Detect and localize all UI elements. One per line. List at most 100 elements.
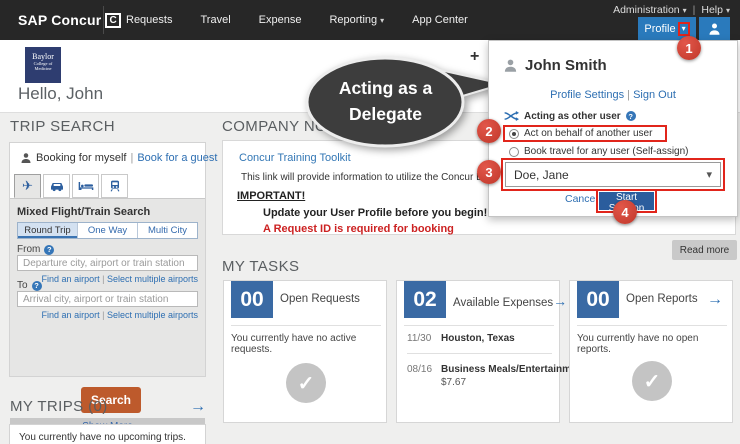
radio-unselected-icon[interactable]	[509, 146, 519, 157]
available-expenses-card[interactable]: 02 Available Expenses→ 11/30 Houston, Te…	[396, 280, 586, 423]
my-tasks-title: MY TASKS	[222, 258, 300, 275]
search-type-title: Mixed Flight/Train Search	[17, 206, 151, 218]
to-label-text: To	[17, 280, 28, 291]
brand-text: SAP Concur	[18, 12, 102, 28]
open-requests-card-title: Open Requests	[280, 293, 360, 305]
user-name: John Smith	[525, 57, 607, 74]
callout-step-4: 4	[613, 200, 637, 224]
help-menu[interactable]: Help ▾	[701, 4, 730, 16]
top-right-links: Administration ▾ | Help ▾	[613, 4, 730, 16]
chevron-down-icon: ▾	[380, 16, 385, 25]
sign-out-link[interactable]: Sign Out	[633, 89, 676, 101]
company-notes-title: COMPANY NOTES	[222, 118, 358, 135]
departure-input[interactable]	[17, 255, 198, 271]
request-id-warning: A Request ID is required for booking	[263, 223, 454, 235]
expense-date: 11/30	[407, 333, 432, 344]
nav-reporting[interactable]: Reporting ▾	[315, 14, 398, 26]
greeting-text: Hello, John	[18, 84, 104, 103]
search-form: Mixed Flight/Train Search Round Trip One…	[10, 198, 205, 434]
open-reports-count: 00	[577, 281, 619, 318]
bed-icon	[78, 182, 93, 190]
trip-search-panel: Booking for myself | Book for a guest ✈ …	[9, 142, 217, 434]
card-divider	[577, 325, 727, 326]
expense-label[interactable]: Houston, Texas	[441, 333, 515, 344]
separator: |	[130, 152, 134, 164]
profile-dropdown-caret-highlighted[interactable]: ▾	[677, 21, 690, 36]
nav-requests[interactable]: Requests	[112, 14, 186, 26]
app-window: SAP Concur C Requests Travel Expense Repo…	[0, 0, 740, 444]
panel-user-row: John Smith	[503, 57, 607, 74]
avatar-button[interactable]	[699, 17, 730, 40]
tab-car[interactable]	[43, 174, 70, 198]
open-requests-card[interactable]: 00 Open Requests You currently have no a…	[223, 280, 387, 423]
arrow-icon[interactable]: →	[553, 293, 567, 309]
check-circle: ✓	[286, 363, 326, 403]
book-travel-option[interactable]: Book travel for any user (Self-assign)	[509, 146, 689, 157]
check-circle: ✓	[632, 361, 672, 401]
expense-label[interactable]: Business Meals/Entertainment	[441, 364, 586, 375]
tab-train[interactable]	[101, 174, 128, 198]
tab-hotel[interactable]	[72, 174, 99, 198]
select-multiple-airports-link[interactable]: Select multiple airports	[107, 310, 198, 320]
highlight-box-radio: Act on behalf of another user	[503, 125, 667, 142]
important-label: IMPORTANT!	[237, 190, 306, 202]
delegate-user-select[interactable]: Doe, Jane ▾	[505, 162, 721, 187]
trip-type-multi-city[interactable]: Multi City	[138, 223, 197, 238]
to-airport-links: Find an airport | Select multiple airpor…	[42, 310, 198, 320]
from-label: From ?	[17, 244, 55, 255]
booking-for-myself[interactable]: Booking for myself	[36, 152, 126, 164]
profile-settings-link[interactable]: Profile Settings	[550, 89, 624, 101]
open-requests-empty-text: You currently have no active requests.	[231, 333, 357, 355]
callout-step-1: 1	[677, 36, 701, 60]
available-expenses-count: 02	[404, 281, 446, 318]
callout-step-2: 2	[477, 119, 501, 143]
trip-type-round-trip[interactable]: Round Trip	[18, 223, 78, 238]
my-trips-arrow-icon[interactable]: →	[190, 398, 206, 416]
administration-menu[interactable]: Administration ▾	[613, 4, 687, 16]
expense-date: 08/16	[407, 364, 433, 375]
arrival-input[interactable]	[17, 291, 198, 307]
to-label: To ?	[17, 280, 42, 291]
my-trips-empty-box: You currently have no upcoming trips.	[9, 424, 206, 444]
concur-training-toolkit-link[interactable]: Concur Training Toolkit	[239, 152, 351, 164]
arrow-icon[interactable]: →	[707, 291, 723, 309]
separator: |	[692, 4, 696, 16]
act-on-behalf-option[interactable]: Act on behalf of another user	[509, 128, 665, 139]
profile-dropdown-panel: John Smith Profile Settings | Sign Out A…	[488, 40, 738, 217]
selected-delegate-value: Doe, Jane	[514, 167, 569, 182]
travel-mode-tabs: ✈	[14, 174, 130, 198]
sap-concur-logo[interactable]: SAP Concur C	[18, 12, 121, 28]
help-question-icon[interactable]: ?	[44, 244, 55, 255]
nav-travel[interactable]: Travel	[186, 14, 244, 26]
logo-line: Baylor	[32, 52, 54, 61]
profile-label: Profile	[644, 22, 676, 35]
logo-line: Medicine	[34, 66, 52, 71]
update-profile-note: Update your User Profile before you begi…	[263, 207, 488, 219]
nav-expense[interactable]: Expense	[245, 14, 316, 26]
card-divider	[404, 325, 554, 326]
cancel-link[interactable]: Cancel	[565, 193, 598, 205]
tab-flight-train[interactable]: ✈	[14, 174, 41, 198]
radio-selected-icon[interactable]	[509, 128, 519, 139]
available-expenses-card-title: Available Expenses→	[453, 293, 567, 309]
trip-type-one-way[interactable]: One Way	[78, 223, 138, 238]
my-trips-title: MY TRIPS (0)	[10, 398, 108, 415]
find-airport-link[interactable]: Find an airport	[42, 274, 100, 284]
find-airport-link[interactable]: Find an airport	[42, 310, 100, 320]
nav-app-center[interactable]: App Center	[398, 14, 482, 26]
select-multiple-airports-link[interactable]: Select multiple airports	[107, 274, 198, 284]
plus-icon[interactable]: +	[470, 48, 479, 66]
help-question-icon[interactable]: ?	[625, 111, 636, 121]
chevron-down-icon: ▾	[682, 6, 687, 15]
open-reports-card[interactable]: 00 Open Reports → You currently have no …	[569, 280, 733, 423]
help-question-icon[interactable]: ?	[31, 280, 42, 291]
available-expenses-label: Available Expenses	[453, 297, 554, 309]
card-divider	[407, 353, 552, 354]
chevron-down-icon: ▾	[706, 169, 712, 181]
administration-label: Administration	[613, 4, 680, 16]
book-for-guest-link[interactable]: Book for a guest	[137, 152, 217, 164]
read-more-button[interactable]: Read more	[672, 240, 737, 260]
check-icon: ✓	[297, 372, 315, 395]
car-icon	[50, 183, 63, 192]
nav-divider	[103, 6, 104, 34]
